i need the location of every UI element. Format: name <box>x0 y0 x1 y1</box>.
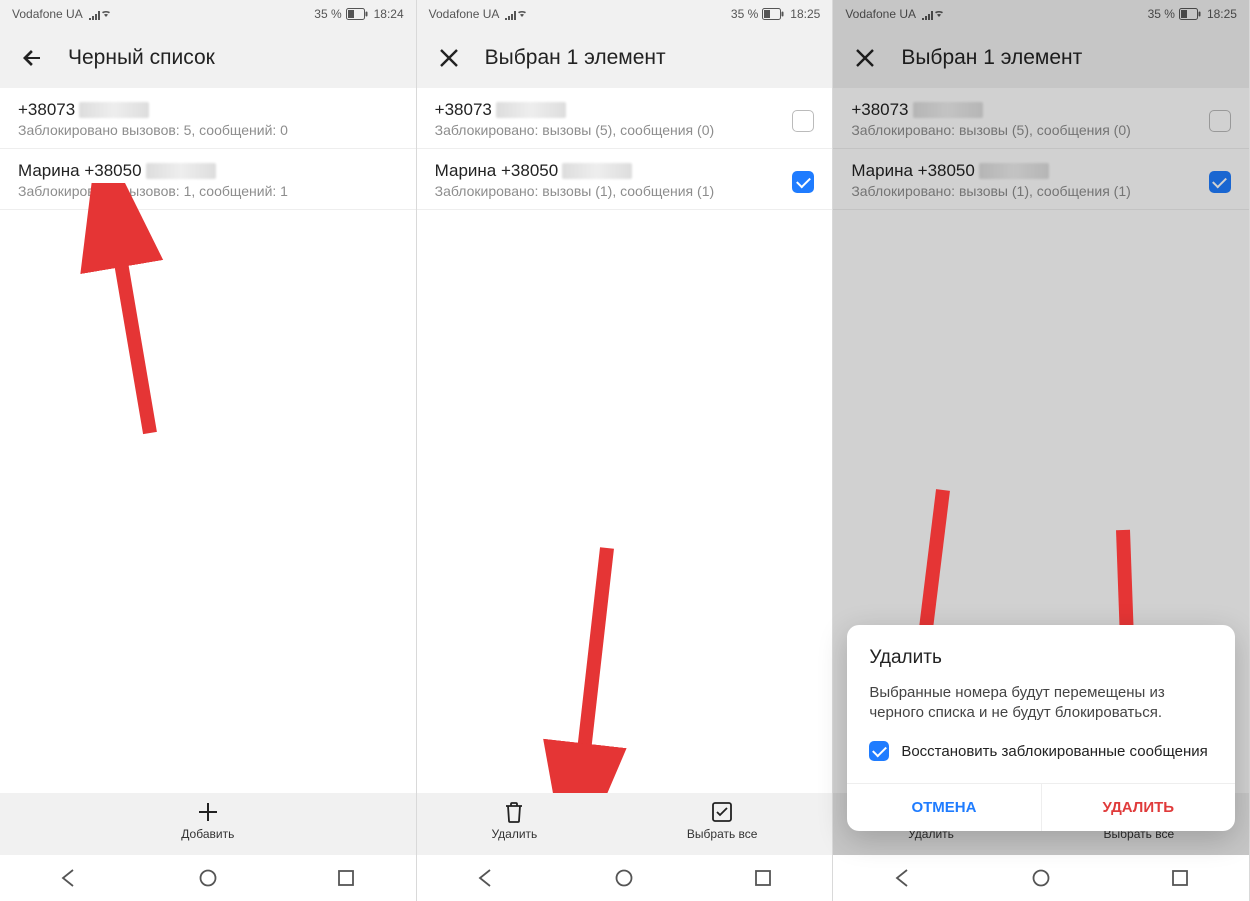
battery-pct: 35 % <box>314 7 341 21</box>
blacklist-item[interactable]: Марина +38050 Заблокировано вызовов: 1, … <box>0 149 416 210</box>
bottom-toolbar: Удалить Выбрать все <box>417 793 833 855</box>
phone-screen-3: Vodafone UA 35 % 18:25 Выбран 1 элемент … <box>833 0 1250 901</box>
nav-recent-icon[interactable] <box>752 867 774 889</box>
battery-icon <box>346 8 368 20</box>
select-checkbox[interactable] <box>792 110 814 132</box>
nav-home-icon[interactable] <box>613 867 635 889</box>
select-checkbox[interactable] <box>1209 110 1231 132</box>
app-header: Выбран 1 элемент <box>833 28 1249 88</box>
contact-number: Марина +38050 <box>18 161 142 181</box>
blacklist-item[interactable]: Марина +38050 Заблокировано: вызовы (1),… <box>833 149 1249 210</box>
page-title: Выбран 1 элемент <box>901 46 1082 70</box>
dialog-cancel-button[interactable]: ОТМЕНА <box>847 784 1041 831</box>
dialog-title: Удалить <box>869 647 1213 669</box>
nav-recent-icon[interactable] <box>1169 867 1191 889</box>
close-icon[interactable] <box>435 44 463 72</box>
nav-back-icon[interactable] <box>58 867 80 889</box>
battery-pct: 35 % <box>1148 7 1175 21</box>
dialog-message: Выбранные номера будут перемещены из чер… <box>869 683 1213 724</box>
dialog-confirm-button[interactable]: УДАЛИТЬ <box>1042 784 1235 831</box>
delete-dialog: Удалить Выбранные номера будут перемещен… <box>847 625 1235 832</box>
blacklist-item[interactable]: +38073 Заблокировано: вызовы (5), сообще… <box>833 88 1249 149</box>
clock: 18:25 <box>1207 7 1237 21</box>
trash-icon <box>501 799 527 825</box>
redacted-number <box>146 163 216 179</box>
signal-icon <box>89 8 115 20</box>
contact-number: +38073 <box>851 100 908 120</box>
select-checkbox[interactable] <box>1209 171 1231 193</box>
blocked-summary: Заблокировано: вызовы (5), сообщения (0) <box>851 122 1209 138</box>
blacklist-item[interactable]: Марина +38050 Заблокировано: вызовы (1),… <box>417 149 833 210</box>
app-header: Выбран 1 элемент <box>417 28 833 88</box>
contact-number: Марина +38050 <box>435 161 559 181</box>
battery-pct: 35 % <box>731 7 758 21</box>
nav-home-icon[interactable] <box>197 867 219 889</box>
nav-bar <box>0 855 416 901</box>
signal-icon <box>505 8 531 20</box>
select-checkbox[interactable] <box>792 171 814 193</box>
blocked-summary: Заблокировано: вызовы (1), сообщения (1) <box>435 183 793 199</box>
blocked-summary: Заблокировано вызовов: 5, сообщений: 0 <box>18 122 398 138</box>
nav-bar <box>833 855 1249 901</box>
add-button-label: Добавить <box>181 827 234 841</box>
clock: 18:24 <box>374 7 404 21</box>
contact-number: +38073 <box>18 100 75 120</box>
annotation-arrow <box>537 538 637 793</box>
add-button[interactable]: Добавить <box>181 799 234 841</box>
nav-back-icon[interactable] <box>475 867 497 889</box>
contact-number: Марина +38050 <box>851 161 975 181</box>
battery-icon <box>1179 8 1201 20</box>
nav-recent-icon[interactable] <box>335 867 357 889</box>
redacted-number <box>979 163 1049 179</box>
redacted-number <box>562 163 632 179</box>
page-title: Черный список <box>68 46 215 70</box>
blocked-summary: Заблокировано вызовов: 1, сообщений: 1 <box>18 183 398 199</box>
carrier-label: Vodafone UA <box>429 7 500 21</box>
back-arrow-icon[interactable] <box>18 44 46 72</box>
delete-button-label: Удалить <box>491 827 537 841</box>
status-bar: Vodafone UA 35 % 18:24 <box>0 0 416 28</box>
restore-messages-label: Восстановить заблокированные сообщения <box>901 743 1208 760</box>
select-all-icon <box>709 799 735 825</box>
blocked-summary: Заблокировано: вызовы (5), сообщения (0) <box>435 122 793 138</box>
blocked-summary: Заблокировано: вызовы (1), сообщения (1) <box>851 183 1209 199</box>
delete-button[interactable]: Удалить <box>491 799 537 841</box>
carrier-label: Vodafone UA <box>845 7 916 21</box>
plus-icon <box>195 799 221 825</box>
phone-screen-1: Vodafone UA 35 % 18:24 Черный список +38… <box>0 0 417 901</box>
carrier-label: Vodafone UA <box>12 7 83 21</box>
redacted-number <box>496 102 566 118</box>
blacklist-item[interactable]: +38073 Заблокировано: вызовы (5), сообще… <box>417 88 833 149</box>
battery-icon <box>762 8 784 20</box>
contact-number: +38073 <box>435 100 492 120</box>
app-header: Черный список <box>0 28 416 88</box>
status-bar: Vodafone UA 35 % 18:25 <box>417 0 833 28</box>
close-icon[interactable] <box>851 44 879 72</box>
nav-home-icon[interactable] <box>1030 867 1052 889</box>
nav-bar <box>417 855 833 901</box>
signal-icon <box>922 8 948 20</box>
nav-back-icon[interactable] <box>892 867 914 889</box>
bottom-toolbar: Добавить <box>0 793 416 855</box>
restore-messages-checkbox[interactable] <box>869 741 889 761</box>
redacted-number <box>913 102 983 118</box>
clock: 18:25 <box>790 7 820 21</box>
blacklist-item[interactable]: +38073 Заблокировано вызовов: 5, сообщен… <box>0 88 416 149</box>
redacted-number <box>79 102 149 118</box>
status-bar: Vodafone UA 35 % 18:25 <box>833 0 1249 28</box>
page-title: Выбран 1 элемент <box>485 46 666 70</box>
phone-screen-2: Vodafone UA 35 % 18:25 Выбран 1 элемент … <box>417 0 834 901</box>
select-all-button[interactable]: Выбрать все <box>687 799 758 841</box>
annotation-arrow <box>70 183 170 443</box>
select-all-button-label: Выбрать все <box>687 827 758 841</box>
